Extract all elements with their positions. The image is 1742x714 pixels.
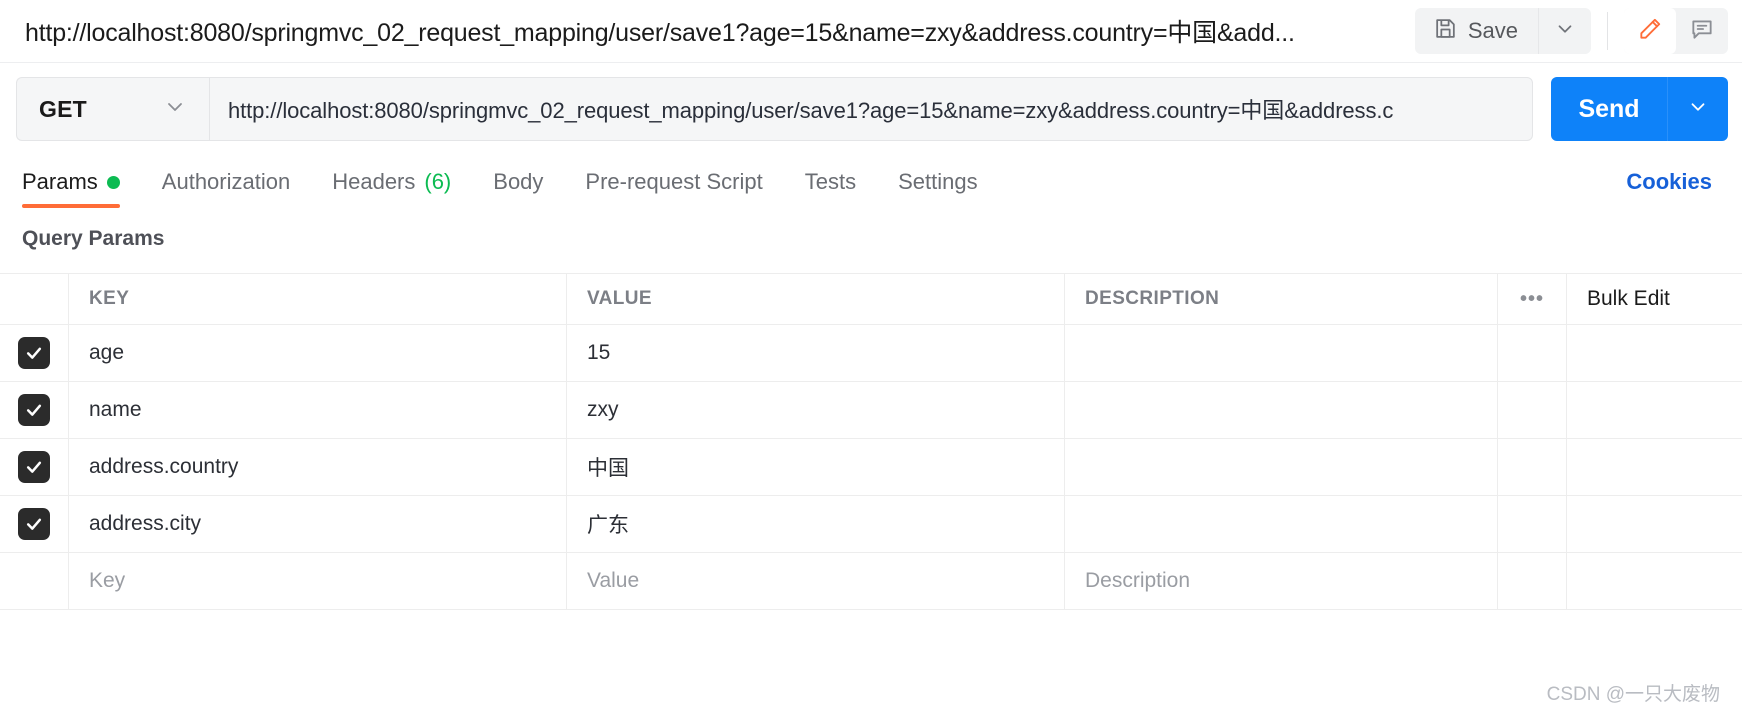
tab-pre-request-script[interactable]: Pre-request Script	[585, 169, 762, 207]
select-all-cell	[0, 274, 69, 324]
param-value[interactable]: 15	[567, 325, 1065, 381]
param-key[interactable]: address.country	[69, 439, 567, 495]
row-spacer-dots	[1498, 439, 1567, 495]
save-button[interactable]: Save	[1415, 8, 1538, 54]
row-spacer-bulk	[1567, 496, 1742, 552]
save-button-label: Save	[1467, 18, 1518, 43]
ellipsis-icon: •••	[1519, 287, 1544, 310]
param-value[interactable]: 广东	[567, 496, 1065, 552]
url-input-value: http://localhost:8080/springmvc_02_reque…	[228, 98, 1394, 123]
table-row: name zxy	[0, 382, 1742, 439]
request-tabs: Params Authorization Headers (6) Body Pr…	[0, 153, 1742, 208]
send-button[interactable]: Send	[1551, 77, 1667, 141]
row-checkbox-cell	[0, 496, 69, 552]
request-url-bar: GET http://localhost:8080/springmvc_02_r…	[0, 63, 1742, 153]
params-modified-dot	[106, 175, 120, 189]
param-description[interactable]	[1065, 439, 1498, 495]
tab-pre-request-script-label: Pre-request Script	[585, 169, 763, 194]
row-spacer-bulk	[1567, 553, 1742, 609]
chevron-down-icon	[163, 95, 187, 124]
table-options-button[interactable]: •••	[1498, 274, 1567, 324]
param-description[interactable]	[1065, 496, 1498, 552]
table-row: address.country 中国	[0, 439, 1742, 496]
param-value[interactable]: 中国	[567, 439, 1065, 495]
param-value[interactable]: zxy	[567, 382, 1065, 438]
tab-params[interactable]: Params	[22, 169, 120, 208]
row-checkbox[interactable]	[18, 451, 50, 483]
row-checkbox-cell	[0, 382, 69, 438]
edit-request-button[interactable]	[1624, 8, 1676, 54]
send-button-group: Send	[1551, 77, 1728, 141]
table-row: address.city 广东	[0, 496, 1742, 553]
tab-params-label: Params	[22, 169, 98, 194]
row-checkbox-cell	[0, 439, 69, 495]
floppy-disk-icon	[1433, 16, 1458, 46]
tab-authorization[interactable]: Authorization	[162, 169, 290, 207]
query-params-title: Query Params	[22, 227, 165, 250]
row-spacer-bulk	[1567, 439, 1742, 495]
cookies-link[interactable]: Cookies	[1626, 169, 1712, 207]
param-description[interactable]	[1065, 325, 1498, 381]
tab-headers-count: (6)	[424, 169, 452, 194]
column-header-description: DESCRIPTION	[1065, 274, 1498, 324]
http-method-select[interactable]: GET	[16, 77, 209, 141]
column-header-key: KEY	[69, 274, 567, 324]
param-description[interactable]	[1065, 382, 1498, 438]
chevron-down-icon	[1554, 18, 1576, 45]
param-key[interactable]: address.city	[69, 496, 567, 552]
table-row: age 15	[0, 325, 1742, 382]
watermark: CSDN @一只大废物	[1546, 684, 1720, 705]
tab-body[interactable]: Body	[493, 169, 543, 207]
new-param-value-input[interactable]: Value	[567, 553, 1065, 609]
pencil-icon	[1637, 16, 1663, 47]
send-dropdown-button[interactable]	[1667, 77, 1728, 141]
bulk-edit-button[interactable]: Bulk Edit	[1567, 274, 1742, 324]
send-button-label: Send	[1578, 94, 1640, 123]
row-spacer-dots	[1498, 325, 1567, 381]
tab-settings[interactable]: Settings	[898, 169, 978, 207]
tab-headers[interactable]: Headers (6)	[332, 169, 451, 207]
header-icon-group	[1624, 8, 1728, 54]
param-key[interactable]: name	[69, 382, 567, 438]
row-spacer-bulk	[1567, 382, 1742, 438]
http-method-value: GET	[39, 95, 87, 122]
header-actions: Save	[1414, 0, 1742, 62]
bulk-edit-label: Bulk Edit	[1587, 287, 1670, 310]
param-key[interactable]: age	[69, 325, 567, 381]
query-params-table: KEY VALUE DESCRIPTION ••• Bulk Edit age …	[0, 273, 1742, 610]
chevron-down-icon	[1687, 96, 1709, 123]
row-checkbox-cell-empty	[0, 553, 69, 609]
tab-authorization-label: Authorization	[161, 169, 291, 194]
table-header-row: KEY VALUE DESCRIPTION ••• Bulk Edit	[0, 274, 1742, 325]
row-checkbox[interactable]	[18, 337, 50, 369]
tab-tests-label: Tests	[804, 169, 857, 194]
header-divider	[1607, 12, 1608, 50]
tab-tests[interactable]: Tests	[805, 169, 856, 207]
tab-settings-label: Settings	[898, 169, 978, 194]
new-param-description-input[interactable]: Description	[1065, 553, 1498, 609]
row-spacer-bulk	[1567, 325, 1742, 381]
save-button-group: Save	[1414, 8, 1591, 54]
request-header-bar: http://localhost:8080/springmvc_02_reque…	[0, 0, 1742, 63]
row-spacer-dots	[1498, 496, 1567, 552]
row-checkbox[interactable]	[18, 508, 50, 540]
row-spacer-dots	[1498, 553, 1567, 609]
row-checkbox[interactable]	[18, 394, 50, 426]
save-dropdown-button[interactable]	[1538, 8, 1591, 54]
column-header-value: VALUE	[567, 274, 1065, 324]
table-row-new: Key Value Description	[0, 553, 1742, 610]
tab-body-label: Body	[493, 169, 544, 194]
comments-button[interactable]	[1676, 8, 1728, 54]
row-spacer-dots	[1498, 382, 1567, 438]
new-param-key-input[interactable]: Key	[69, 553, 567, 609]
request-title: http://localhost:8080/springmvc_02_reque…	[25, 19, 1295, 47]
row-checkbox-cell	[0, 325, 69, 381]
url-input[interactable]: http://localhost:8080/springmvc_02_reque…	[209, 77, 1533, 141]
comment-icon	[1689, 16, 1715, 47]
tab-headers-label: Headers	[332, 169, 416, 194]
